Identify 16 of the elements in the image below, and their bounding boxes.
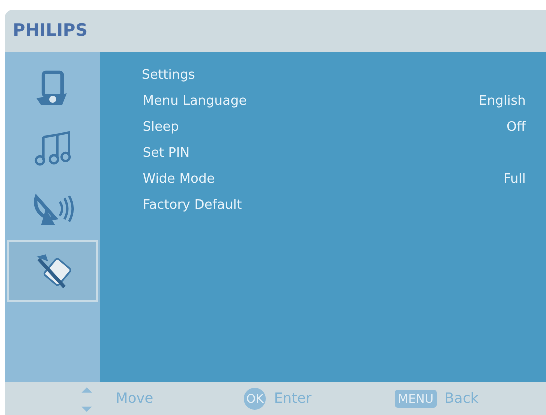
menu-item[interactable]: Wide Mode [143,172,215,186]
menu-title: Settings [142,67,196,85]
sidebar-tab[interactable] [7,240,98,302]
brand-logo: PHILIPS [13,21,88,41]
menu-item[interactable]: Factory Default [143,198,242,212]
menu-item-value: English [479,94,526,108]
hint-label: Back [444,390,479,406]
menu-item-value: Full [504,172,526,186]
menu-item[interactable]: Set PIN [143,146,190,160]
menu-item-value: Off [506,120,526,134]
hint-label: Move [116,390,154,406]
menu-item[interactable]: Menu Language [143,94,247,108]
menu-key-icon: MENU [395,390,437,408]
ok-key-icon: OK [244,388,266,410]
menu-item[interactable]: Sleep [143,120,180,134]
hint-label: Enter [274,390,312,406]
